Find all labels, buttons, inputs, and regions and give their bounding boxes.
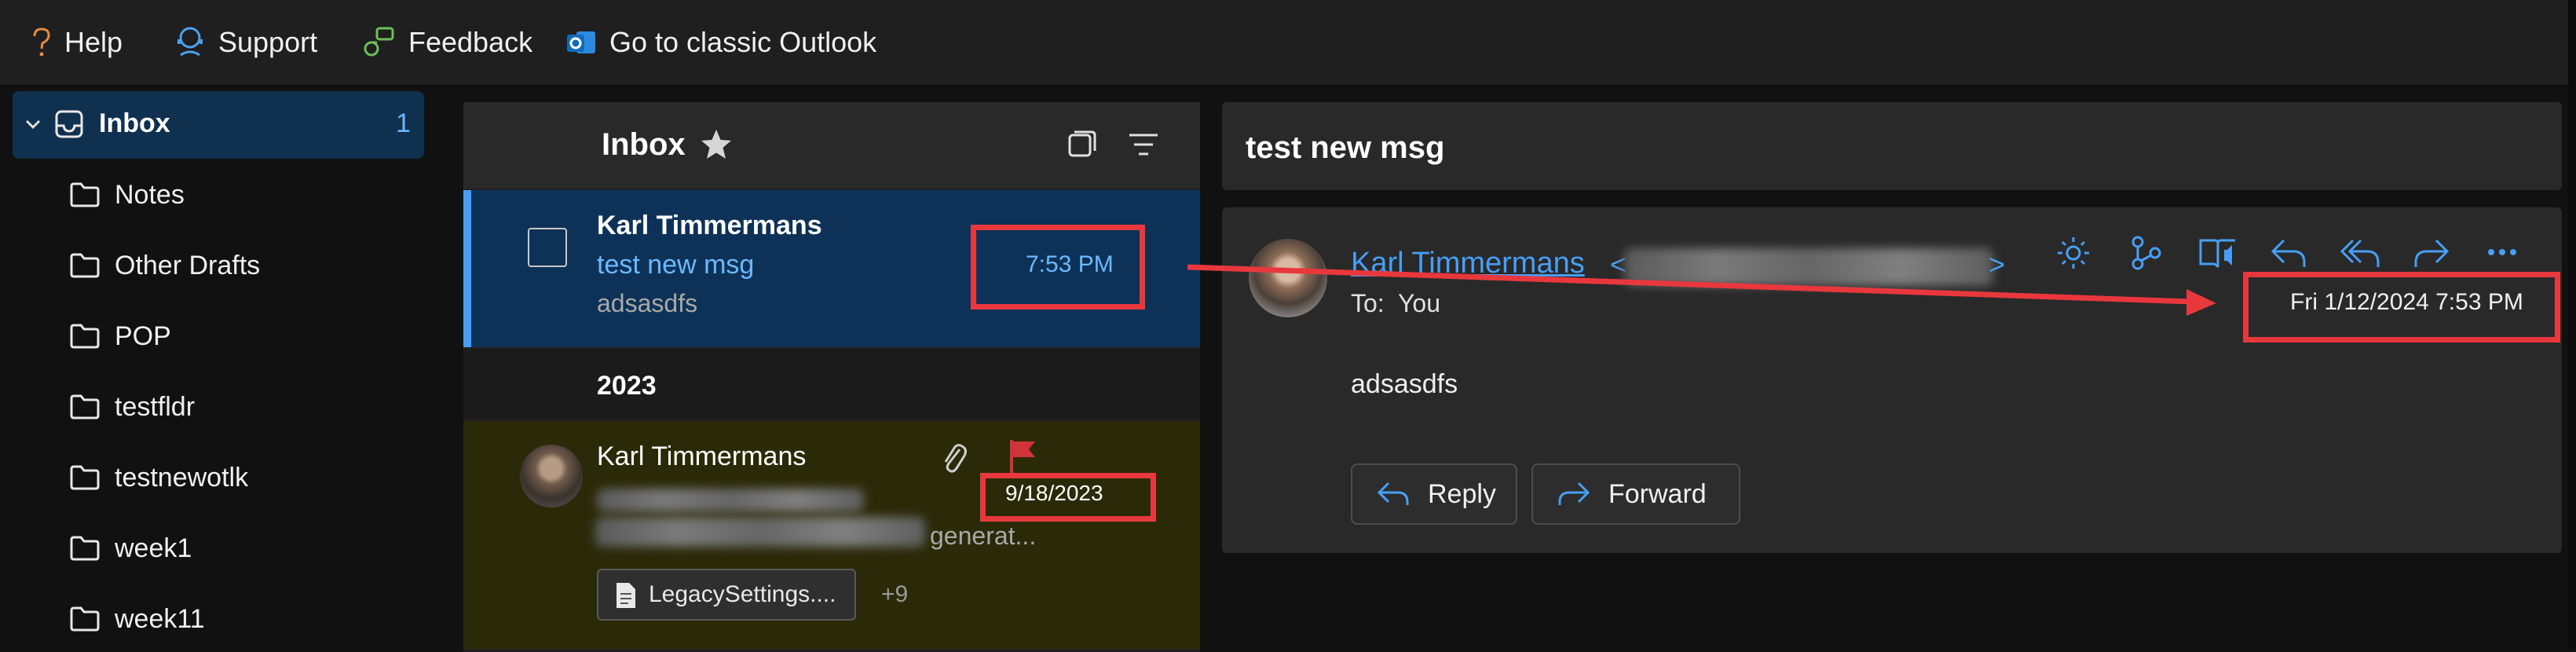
annotation-arrow bbox=[1187, 264, 2216, 316]
